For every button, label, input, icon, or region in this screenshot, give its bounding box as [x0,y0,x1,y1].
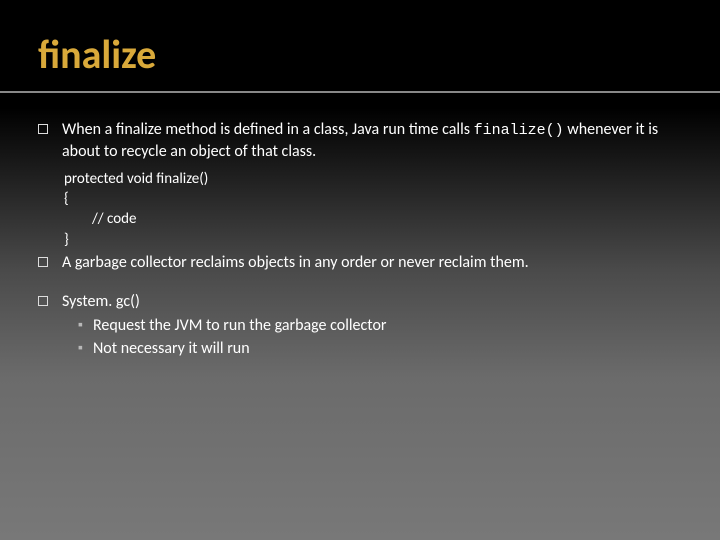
square-bullet-icon [38,257,48,267]
code-line-2: { [64,189,682,209]
sub-bullet-text: Not necessary it will run [93,338,250,360]
sub-bullet-icon: ▪ [78,316,83,335]
sub-bullet-icon: ▪ [78,339,83,358]
sub-bullet-item-2: ▪ Not necessary it will run [78,338,682,360]
bullet-text: When a finalize method is defined in a c… [62,119,682,163]
square-bullet-icon [38,296,48,306]
code-block: protected void finalize() { // code } [64,169,682,250]
sub-bullet-list: ▪ Request the JVM to run the garbage col… [78,315,682,359]
bullet-item-2: A garbage collector reclaims objects in … [38,252,682,274]
slide: finalize When a finalize method is defin… [0,0,720,540]
sub-bullet-text: Request the JVM to run the garbage colle… [93,315,387,337]
square-bullet-icon [38,124,48,134]
code-line-4: } [64,230,682,250]
sub-bullet-item-1: ▪ Request the JVM to run the garbage col… [78,315,682,337]
bullet-text: System. gc() [62,291,682,313]
bullet-text: A garbage collector reclaims objects in … [62,252,682,274]
slide-title: finalize [38,30,682,79]
bullet-item-1: When a finalize method is defined in a c… [38,119,682,163]
bullet-item-3: System. gc() [38,291,682,313]
bullet-1-pre: When a finalize method is defined in a c… [62,120,474,139]
code-line-3: // code [64,209,682,229]
spacer [38,275,682,291]
bullet-1-code: finalize() [474,122,564,139]
title-underline [0,91,720,93]
code-line-1: protected void finalize() [64,169,682,189]
